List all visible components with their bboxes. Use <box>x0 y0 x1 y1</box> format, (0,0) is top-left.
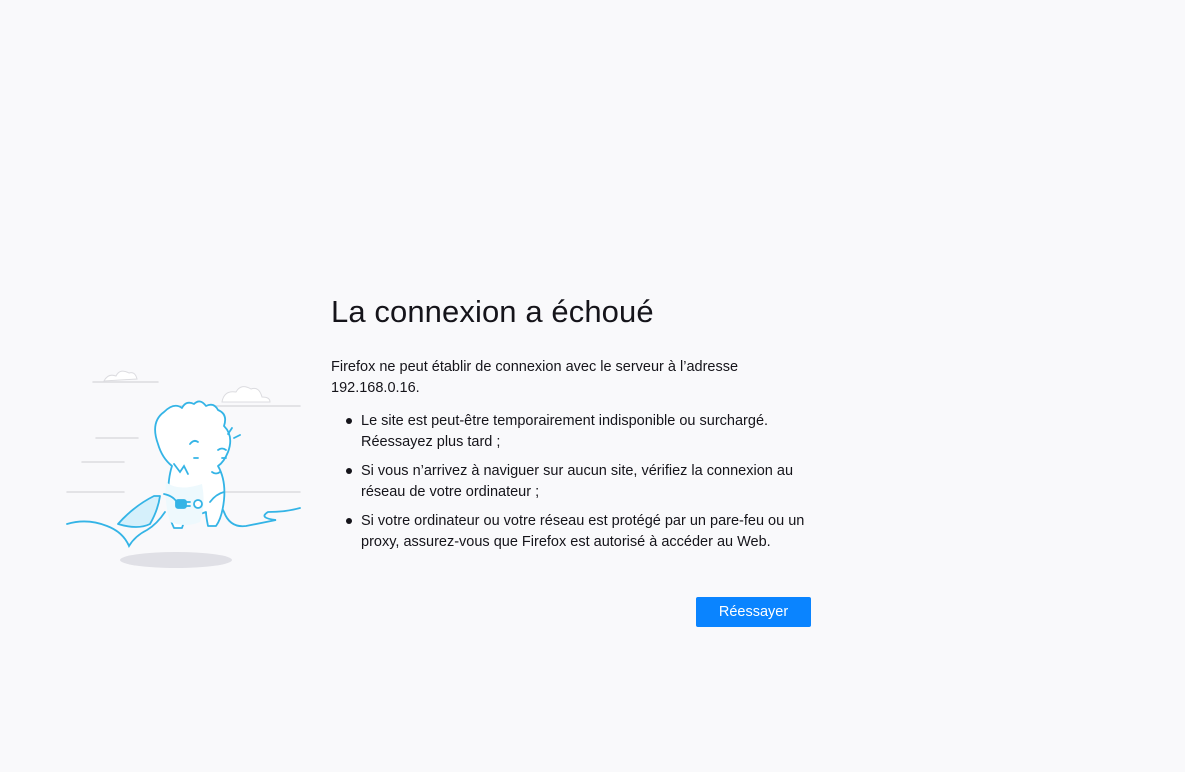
tip-text: Si votre ordinateur ou votre réseau est … <box>361 513 805 550</box>
bullet-icon <box>346 468 352 474</box>
list-item: Si votre ordinateur ou votre réseau est … <box>346 511 811 553</box>
page-title: La connexion a échoué <box>331 294 654 329</box>
error-content: La connexion a échoué Firefox ne peut ét… <box>331 290 811 629</box>
bullet-icon <box>346 418 352 424</box>
tip-text: Le site est peut-être temporairement ind… <box>361 413 769 450</box>
list-item: Le site est peut-être temporairement ind… <box>346 411 811 453</box>
error-page: { "page": { "title": "La connexion a éch… <box>0 0 1185 772</box>
bullet-icon <box>346 518 352 524</box>
tips-list: Le site est peut-être temporairement ind… <box>331 411 811 553</box>
error-description: Firefox ne peut établir de connexion ave… <box>331 359 739 396</box>
tip-text: Si vous n’arrivez à naviguer sur aucun s… <box>361 463 794 500</box>
disconnected-dino-illustration <box>62 362 304 574</box>
list-item: Si vous n’arrivez à naviguer sur aucun s… <box>346 461 811 503</box>
retry-button[interactable]: Réessayer <box>696 597 811 627</box>
actions: Réessayer <box>331 597 811 629</box>
